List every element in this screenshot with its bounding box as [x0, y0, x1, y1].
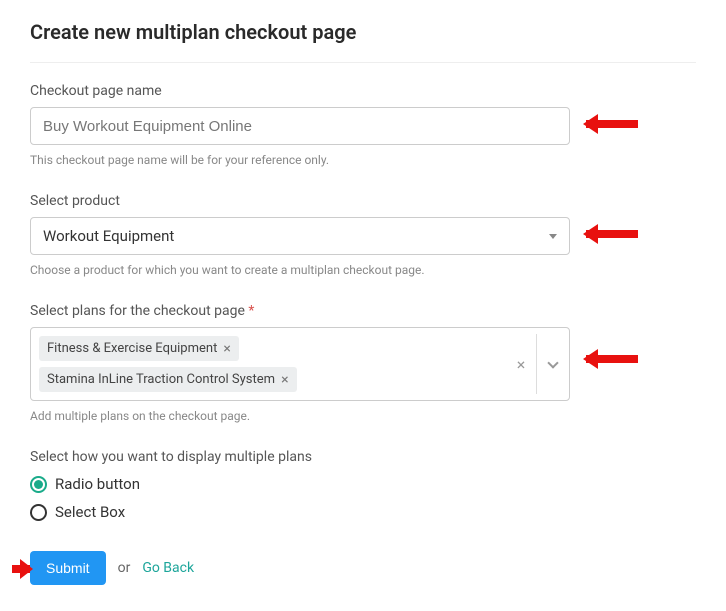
plans-multi-select[interactable]: Fitness & Exercise Equipment × Stamina I… [30, 327, 570, 401]
tag-remove-icon[interactable]: × [281, 373, 288, 387]
required-mark: * [248, 303, 254, 319]
select-plans-group: Select plans for the checkout page * Fit… [30, 303, 696, 423]
select-plans-label-text: Select plans for the checkout page [30, 303, 245, 319]
clear-all-icon[interactable]: × [506, 355, 536, 374]
plan-tag-label: Fitness & Exercise Equipment [47, 341, 217, 356]
radio-icon [30, 504, 47, 521]
checkout-name-helper: This checkout page name will be for your… [30, 153, 696, 167]
caret-down-icon [549, 234, 557, 239]
select-product-value: Workout Equipment [43, 227, 174, 245]
radio-option-radio-button[interactable]: Radio button [30, 475, 696, 493]
select-product-helper: Choose a product for which you want to c… [30, 263, 696, 277]
select-product-dropdown[interactable]: Workout Equipment [30, 217, 570, 255]
chevron-down-icon [547, 357, 558, 368]
multi-select-controls: × [506, 328, 569, 400]
plan-tag: Stamina InLine Traction Control System × [39, 367, 297, 392]
plans-dropdown-toggle[interactable] [537, 362, 569, 367]
select-product-group: Select product Workout Equipment Choose … [30, 193, 696, 277]
display-label: Select how you want to display multiple … [30, 449, 696, 465]
radio-label: Select Box [55, 503, 125, 521]
pointer-arrow-icon [586, 226, 656, 242]
radio-group: Radio button Select Box [30, 475, 696, 521]
checkout-name-label: Checkout page name [30, 83, 696, 99]
radio-icon [30, 476, 47, 493]
or-text: or [118, 560, 131, 576]
checkout-name-group: Checkout page name This checkout page na… [30, 83, 696, 167]
plan-tag-label: Stamina InLine Traction Control System [47, 372, 275, 387]
form-actions: Submit or Go Back [30, 551, 696, 585]
select-plans-label: Select plans for the checkout page * [30, 303, 696, 319]
tag-remove-icon[interactable]: × [223, 342, 230, 356]
radio-option-select-box[interactable]: Select Box [30, 503, 696, 521]
plan-tag: Fitness & Exercise Equipment × [39, 336, 239, 361]
plans-tags-area: Fitness & Exercise Equipment × Stamina I… [31, 328, 506, 400]
pointer-arrow-icon [0, 561, 30, 577]
select-product-label: Select product [30, 193, 696, 209]
go-back-link[interactable]: Go Back [142, 560, 194, 576]
checkout-name-input[interactable] [30, 107, 570, 145]
page-title: Create new multiplan checkout page [30, 20, 696, 44]
radio-label: Radio button [55, 475, 140, 493]
pointer-arrow-icon [586, 351, 656, 367]
pointer-arrow-icon [586, 116, 656, 132]
divider [30, 62, 696, 63]
submit-button[interactable]: Submit [30, 551, 106, 585]
select-plans-helper: Add multiple plans on the checkout page. [30, 409, 696, 423]
display-group: Select how you want to display multiple … [30, 449, 696, 521]
